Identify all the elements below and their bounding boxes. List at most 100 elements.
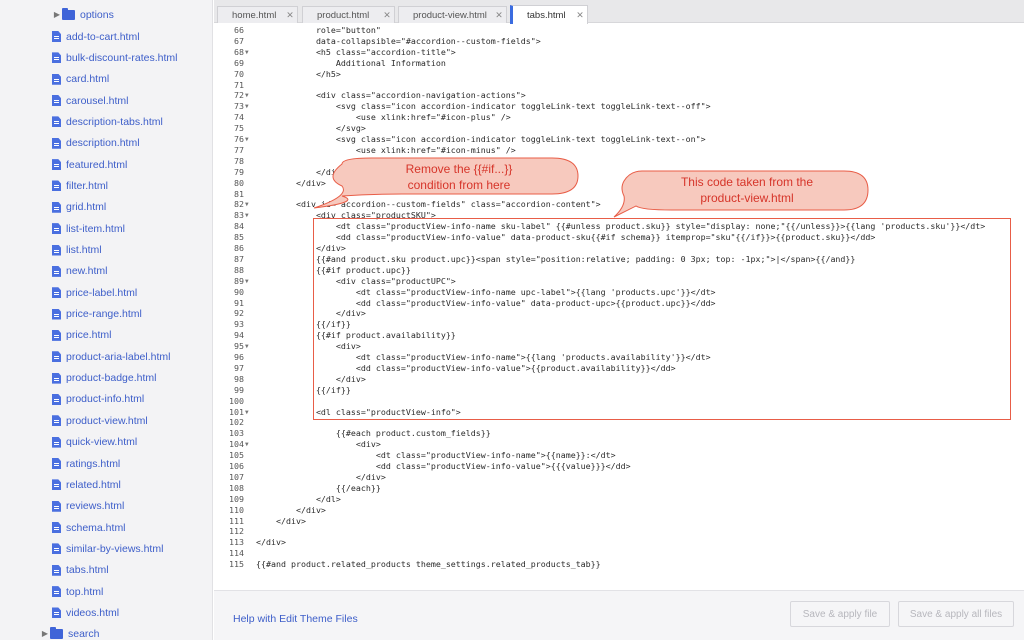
file-icon	[52, 308, 61, 320]
fold-arrow-icon[interactable]: ▼	[245, 407, 253, 418]
file-label: add-to-cart.html	[66, 30, 140, 43]
sidebar-file-item[interactable]: filter.html	[0, 175, 108, 196]
code-text: </h5>	[256, 68, 341, 79]
line-number: 96	[234, 352, 244, 362]
sidebar-file-item[interactable]: list.html	[0, 240, 102, 261]
code-text: {{#and product.related_products theme_se…	[256, 559, 601, 570]
sidebar-file-item[interactable]: card.html	[0, 69, 109, 90]
close-icon[interactable]: ✕	[492, 10, 506, 21]
line-number: 113	[229, 537, 244, 548]
callout-remove-condition: Remove the {{#if...}} condition from her…	[312, 156, 580, 216]
sidebar-file-item[interactable]: similar-by-views.html	[0, 538, 163, 559]
code-line: 113 </div>	[214, 537, 1024, 548]
sidebar-file-item[interactable]: price-label.html	[0, 282, 137, 303]
tab-product-view[interactable]: product-view.html ✕	[398, 6, 507, 23]
sidebar-file-item[interactable]: description-tabs.html	[0, 111, 163, 132]
file-label: description.html	[66, 137, 140, 150]
save-apply-all-button[interactable]: Save & apply all files	[898, 601, 1014, 627]
sidebar-file-item[interactable]: videos.html	[0, 602, 119, 623]
file-icon	[52, 436, 61, 448]
file-icon	[52, 372, 61, 384]
tree-folder-options[interactable]: ▶ options	[0, 4, 114, 25]
fold-arrow-icon[interactable]: ▼	[245, 47, 253, 58]
code-line: 110 </div>	[214, 505, 1024, 516]
sidebar-file-item[interactable]: schema.html	[0, 517, 126, 538]
file-label: product-badge.html	[66, 372, 157, 385]
code-line: 69 Additional Information	[214, 58, 1024, 69]
line-number: 76	[234, 134, 244, 144]
line-number: 80	[234, 177, 244, 188]
code-line: 109 </dl>	[214, 494, 1024, 505]
tab-product[interactable]: product.html ✕	[302, 6, 395, 23]
sidebar-file-item[interactable]: reviews.html	[0, 496, 124, 517]
line-number: 73	[234, 101, 244, 112]
file-tree-sidebar: ▶ options add-to-cart.html bulk-discount-…	[0, 0, 213, 640]
file-icon	[52, 393, 61, 405]
sidebar-file-item[interactable]: price-range.html	[0, 304, 142, 325]
sidebar-file-item[interactable]: product-aria-label.html	[0, 346, 170, 367]
sidebar-file-item[interactable]: top.html	[0, 581, 103, 602]
sidebar-file-item[interactable]: add-to-cart.html	[0, 26, 140, 47]
line-number: 112	[229, 526, 244, 537]
file-icon	[52, 586, 61, 598]
help-link[interactable]: Help with Edit Theme Files	[233, 613, 358, 625]
file-label: product-view.html	[66, 414, 148, 427]
sidebar-file-item[interactable]: ratings.html	[0, 453, 120, 474]
file-label: carousel.html	[66, 94, 129, 107]
sidebar-file-item[interactable]: new.html	[0, 261, 107, 282]
code-line: 103 {{#each product.custom_fields}}	[214, 428, 1024, 439]
fold-arrow-icon[interactable]: ▼	[245, 90, 253, 101]
file-icon	[52, 180, 61, 192]
sidebar-file-item[interactable]: product-badge.html	[0, 368, 156, 389]
code-line: 105 <dt class="productView-info-name">{{…	[214, 450, 1024, 461]
tab-label: product-view.html	[413, 9, 487, 21]
file-icon	[52, 415, 61, 427]
file-icon	[52, 564, 61, 576]
code-text: <svg class="icon accordion-indicator tog…	[256, 134, 706, 144]
save-apply-file-button[interactable]: Save & apply file	[790, 601, 890, 627]
tree-folder-search[interactable]: ▶ search	[0, 623, 100, 640]
file-icon	[52, 479, 61, 491]
line-number: 109	[229, 493, 244, 504]
file-icon	[52, 543, 61, 555]
fold-arrow-icon[interactable]: ▼	[245, 439, 253, 450]
sidebar-file-item[interactable]: quick-view.html	[0, 432, 137, 453]
line-number: 85	[234, 232, 244, 243]
fold-arrow-icon[interactable]: ▼	[245, 341, 253, 352]
tab-label: home.html	[232, 9, 277, 21]
sidebar-file-item[interactable]: description.html	[0, 133, 140, 154]
fold-arrow-icon[interactable]: ▼	[245, 210, 253, 221]
highlight-box	[313, 218, 1011, 420]
close-icon[interactable]: ✕	[380, 10, 394, 21]
fold-arrow-icon[interactable]: ▼	[245, 134, 253, 145]
line-number: 94	[234, 330, 244, 341]
tab-home[interactable]: home.html ✕	[217, 6, 298, 23]
close-icon[interactable]: ✕	[573, 10, 587, 21]
sidebar-file-item[interactable]: list-item.html	[0, 218, 125, 239]
line-number: 68	[234, 46, 244, 57]
file-icon	[52, 52, 61, 64]
file-label: price.html	[66, 329, 112, 342]
code-text: <use xlink:href="#icon-plus" />	[256, 112, 511, 123]
fold-arrow-icon[interactable]: ▼	[245, 101, 253, 112]
close-icon[interactable]: ✕	[283, 10, 297, 21]
line-number: 105	[229, 450, 244, 461]
line-number: 101	[229, 406, 244, 417]
sidebar-file-item[interactable]: price.html	[0, 325, 112, 346]
sidebar-file-item[interactable]: product-view.html	[0, 410, 148, 431]
sidebar-file-item[interactable]: product-info.html	[0, 389, 144, 410]
line-number: 75	[234, 123, 244, 134]
sidebar-file-item[interactable]: carousel.html	[0, 90, 128, 111]
sidebar-file-item[interactable]: grid.html	[0, 197, 106, 218]
sidebar-file-item[interactable]: featured.html	[0, 154, 127, 175]
code-line: 106 <dd class="productView-info-value">{…	[214, 461, 1024, 472]
sidebar-file-item[interactable]: bulk-discount-rates.html	[0, 47, 177, 68]
fold-arrow-icon[interactable]: ▼	[245, 199, 253, 210]
sidebar-file-item[interactable]: tabs.html	[0, 560, 109, 581]
tab-tabs[interactable]: tabs.html ✕	[510, 5, 588, 24]
line-number: 78	[234, 155, 244, 166]
code-line: 107 </div>	[214, 472, 1024, 483]
line-number: 110	[229, 504, 244, 515]
fold-arrow-icon[interactable]: ▼	[245, 276, 253, 287]
sidebar-file-item[interactable]: related.html	[0, 474, 121, 495]
